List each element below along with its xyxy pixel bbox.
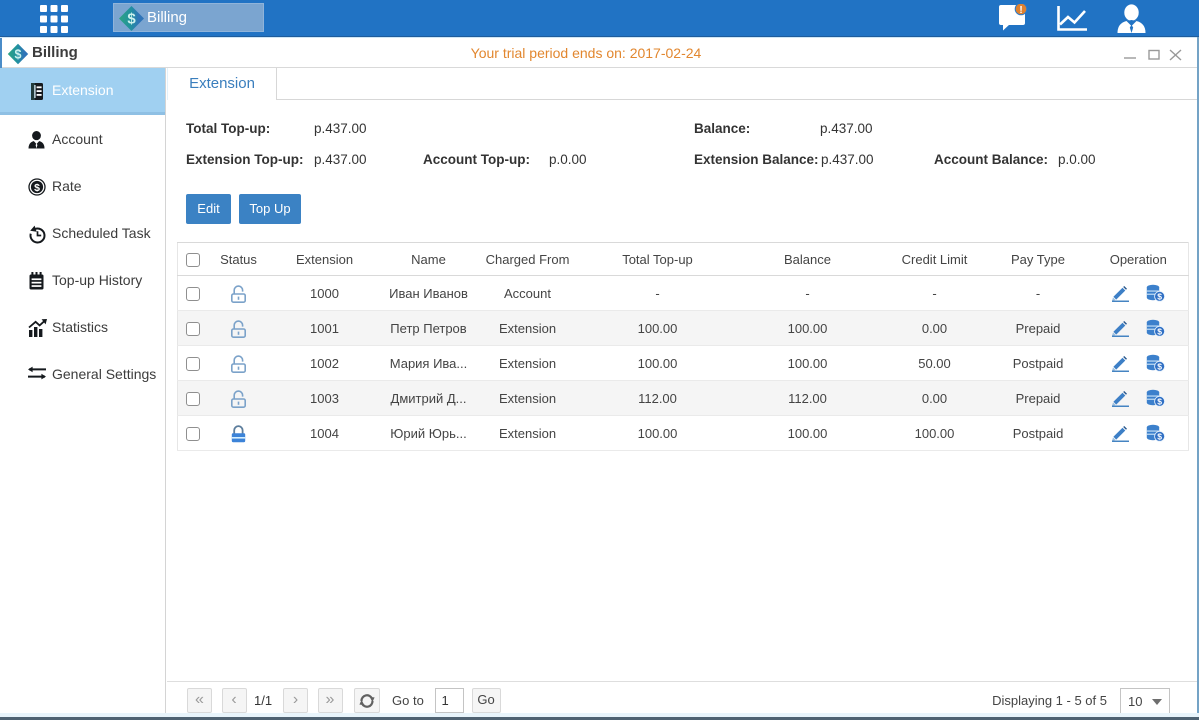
svg-text:!: !	[1019, 5, 1022, 16]
svg-text:$: $	[127, 11, 136, 28]
svg-text:$: $	[34, 182, 40, 194]
